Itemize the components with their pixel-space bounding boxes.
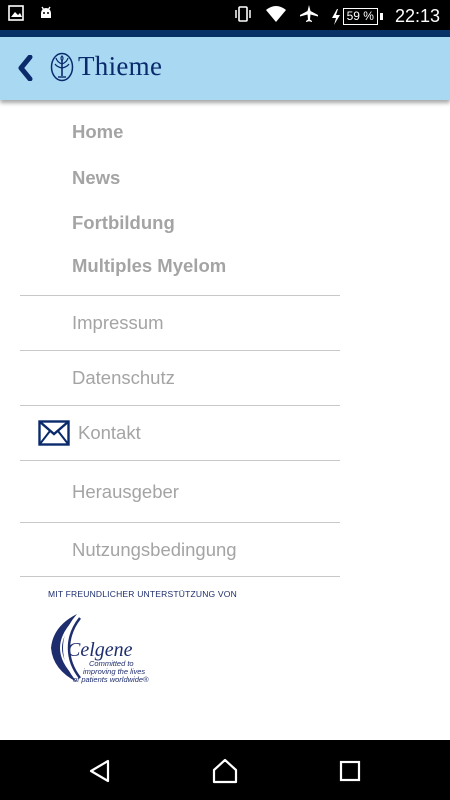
android-notification-icon <box>38 5 54 26</box>
secondary-menu: Impressum Datenschutz Kontakt Herausgebe… <box>0 295 450 577</box>
wifi-icon <box>265 4 287 29</box>
home-icon <box>212 758 238 784</box>
menu-item-label: Nutzungsbedingung <box>72 538 237 560</box>
menu-item-kontakt[interactable]: Kontakt <box>20 405 340 460</box>
tree-logo-icon <box>50 52 74 81</box>
accent-strip <box>0 30 450 37</box>
status-bar: 59 % 22:13 <box>0 0 450 30</box>
menu-item-nutzungsbedingung[interactable]: Nutzungsbedingung <box>20 522 340 577</box>
menu-item-impressum[interactable]: Impressum <box>20 295 340 350</box>
vibrate-icon <box>233 4 253 29</box>
sponsor-tagline-line: of patients worldwide® <box>73 675 149 684</box>
charging-icon <box>331 8 340 25</box>
airplane-mode-icon <box>299 4 319 29</box>
menu-item-home[interactable]: Home <box>0 108 450 156</box>
battery-indicator: 59 % <box>331 8 383 25</box>
app-header: Thieme <box>0 37 450 100</box>
menu-item-datenschutz[interactable]: Datenschutz <box>20 350 340 405</box>
menu-item-multiples-myelom[interactable]: Multiples Myelom <box>0 245 450 287</box>
menu-item-label: Fortbildung <box>72 211 175 233</box>
logo-text: Thieme <box>78 51 163 81</box>
chevron-left-icon <box>18 55 33 81</box>
menu-item-label: Impressum <box>72 312 164 333</box>
main-menu: Home News Fortbildung Multiples Myelom <box>0 108 450 287</box>
nav-home-button[interactable] <box>211 757 239 785</box>
menu-item-label: Datenschutz <box>72 367 175 388</box>
sponsor-name: Celgene <box>67 639 133 661</box>
menu-item-label: Multiples Myelom <box>72 255 227 276</box>
nav-recents-button[interactable] <box>336 757 364 785</box>
menu-item-label: Kontakt <box>78 422 141 443</box>
menu-item-herausgeber[interactable]: Herausgeber <box>20 460 340 522</box>
square-recents-icon <box>339 760 361 782</box>
triangle-back-icon <box>89 759 110 783</box>
mail-icon <box>38 420 70 446</box>
thieme-logo: Thieme <box>50 51 162 82</box>
sponsor-label: MIT FREUNDLICHER UNTERSTÜTZUNG VON <box>48 589 237 599</box>
menu-item-fortbildung[interactable]: Fortbildung <box>0 201 450 246</box>
menu-item-label: Home <box>72 121 124 142</box>
navigation-menu: Home News Fortbildung Multiples Myelom I… <box>0 108 450 577</box>
menu-item-label: Herausgeber <box>72 480 179 502</box>
image-notification-icon <box>8 5 24 26</box>
menu-item-label: News <box>72 167 121 189</box>
celgene-logo[interactable]: Celgene Committed to improving the lives… <box>47 612 177 684</box>
menu-item-news[interactable]: News <box>0 156 450 201</box>
back-button[interactable] <box>12 51 38 85</box>
system-navigation-bar <box>0 740 450 800</box>
nav-back-button[interactable] <box>86 757 114 785</box>
clock: 22:13 <box>394 6 440 26</box>
battery-level: 59 % <box>342 8 378 25</box>
